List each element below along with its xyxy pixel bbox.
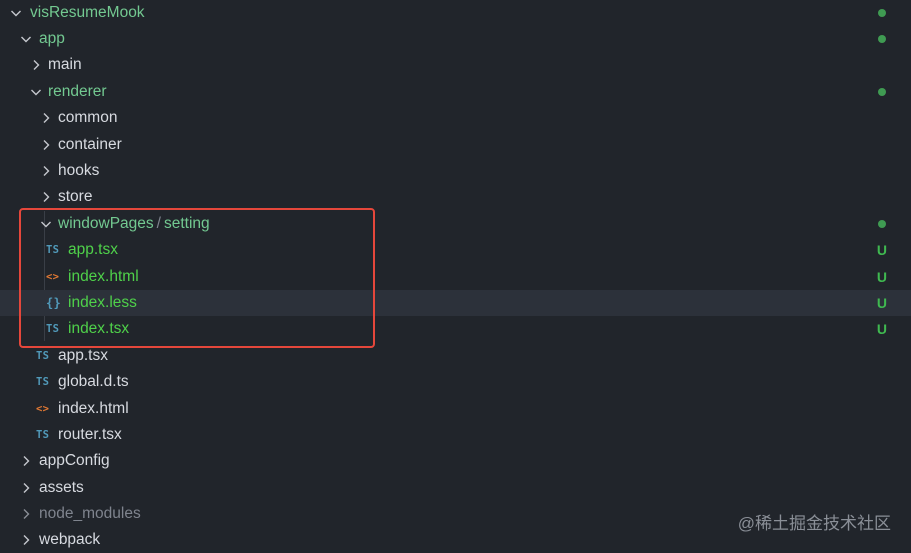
chevron-right-icon [40, 139, 52, 151]
tree-item-label: container [58, 136, 122, 153]
file-label: index.html [58, 400, 129, 417]
tree-item-file[interactable]: TS router.tsx [0, 422, 911, 448]
chevron-right-icon [40, 165, 52, 177]
tree-item-common[interactable]: common [0, 105, 911, 131]
file-label: router.tsx [58, 426, 122, 443]
file-label: app.tsx [58, 347, 108, 364]
tree-item-label: appConfig [39, 452, 110, 469]
tree-item-label: hooks [58, 162, 100, 179]
chevron-down-icon [30, 86, 42, 98]
tree-item-renderer[interactable]: renderer [0, 79, 911, 105]
file-label: global.d.ts [58, 373, 129, 390]
tree-item-label: node_modules [39, 505, 141, 522]
tree-item-label: assets [39, 479, 84, 496]
chevron-right-icon [40, 112, 52, 124]
typescript-file-icon: TS [36, 350, 50, 362]
highlight-annotation-box [19, 208, 375, 348]
modified-dot-icon [878, 35, 886, 43]
tree-item-label: store [58, 188, 93, 205]
tree-item-file[interactable]: <> index.html [0, 396, 911, 422]
chevron-right-icon [20, 508, 32, 520]
file-explorer-tree: visResumeMook app main renderer common c… [0, 0, 911, 552]
chevron-down-icon [20, 33, 32, 45]
untracked-badge: U [876, 321, 887, 337]
modified-dot-icon [878, 9, 886, 17]
tree-item-label: app [39, 30, 65, 47]
chevron-right-icon [20, 534, 32, 546]
tree-item-assets[interactable]: assets [0, 475, 911, 501]
tree-item-label: webpack [39, 531, 101, 548]
tree-item-appconfig[interactable]: appConfig [0, 448, 911, 474]
tree-item-label: main [48, 56, 82, 73]
tree-item-store[interactable]: store [0, 184, 911, 210]
chevron-right-icon [40, 191, 52, 203]
tree-item-container[interactable]: container [0, 132, 911, 158]
tree-item-hooks[interactable]: hooks [0, 158, 911, 184]
tree-item-label: visResumeMook [30, 4, 145, 21]
untracked-badge: U [876, 269, 887, 285]
tree-item-file[interactable]: TS global.d.ts [0, 369, 911, 395]
untracked-badge: U [876, 295, 887, 311]
chevron-right-icon [20, 482, 32, 494]
typescript-file-icon: TS [36, 376, 50, 388]
watermark: @稀土掘金技术社区 [737, 514, 891, 533]
chevron-right-icon [30, 59, 42, 71]
chevron-right-icon [20, 455, 32, 467]
html-file-icon: <> [36, 403, 50, 415]
typescript-file-icon: TS [36, 429, 50, 441]
tree-item-main[interactable]: main [0, 52, 911, 78]
tree-item-label: common [58, 109, 118, 126]
modified-dot-icon [878, 220, 886, 228]
tree-item-app[interactable]: app [0, 26, 911, 52]
untracked-badge: U [876, 242, 887, 258]
chevron-down-icon [10, 7, 22, 19]
tree-item-visresumemook[interactable]: visResumeMook [0, 0, 911, 26]
tree-item-label: renderer [48, 83, 107, 100]
modified-dot-icon [878, 88, 886, 96]
